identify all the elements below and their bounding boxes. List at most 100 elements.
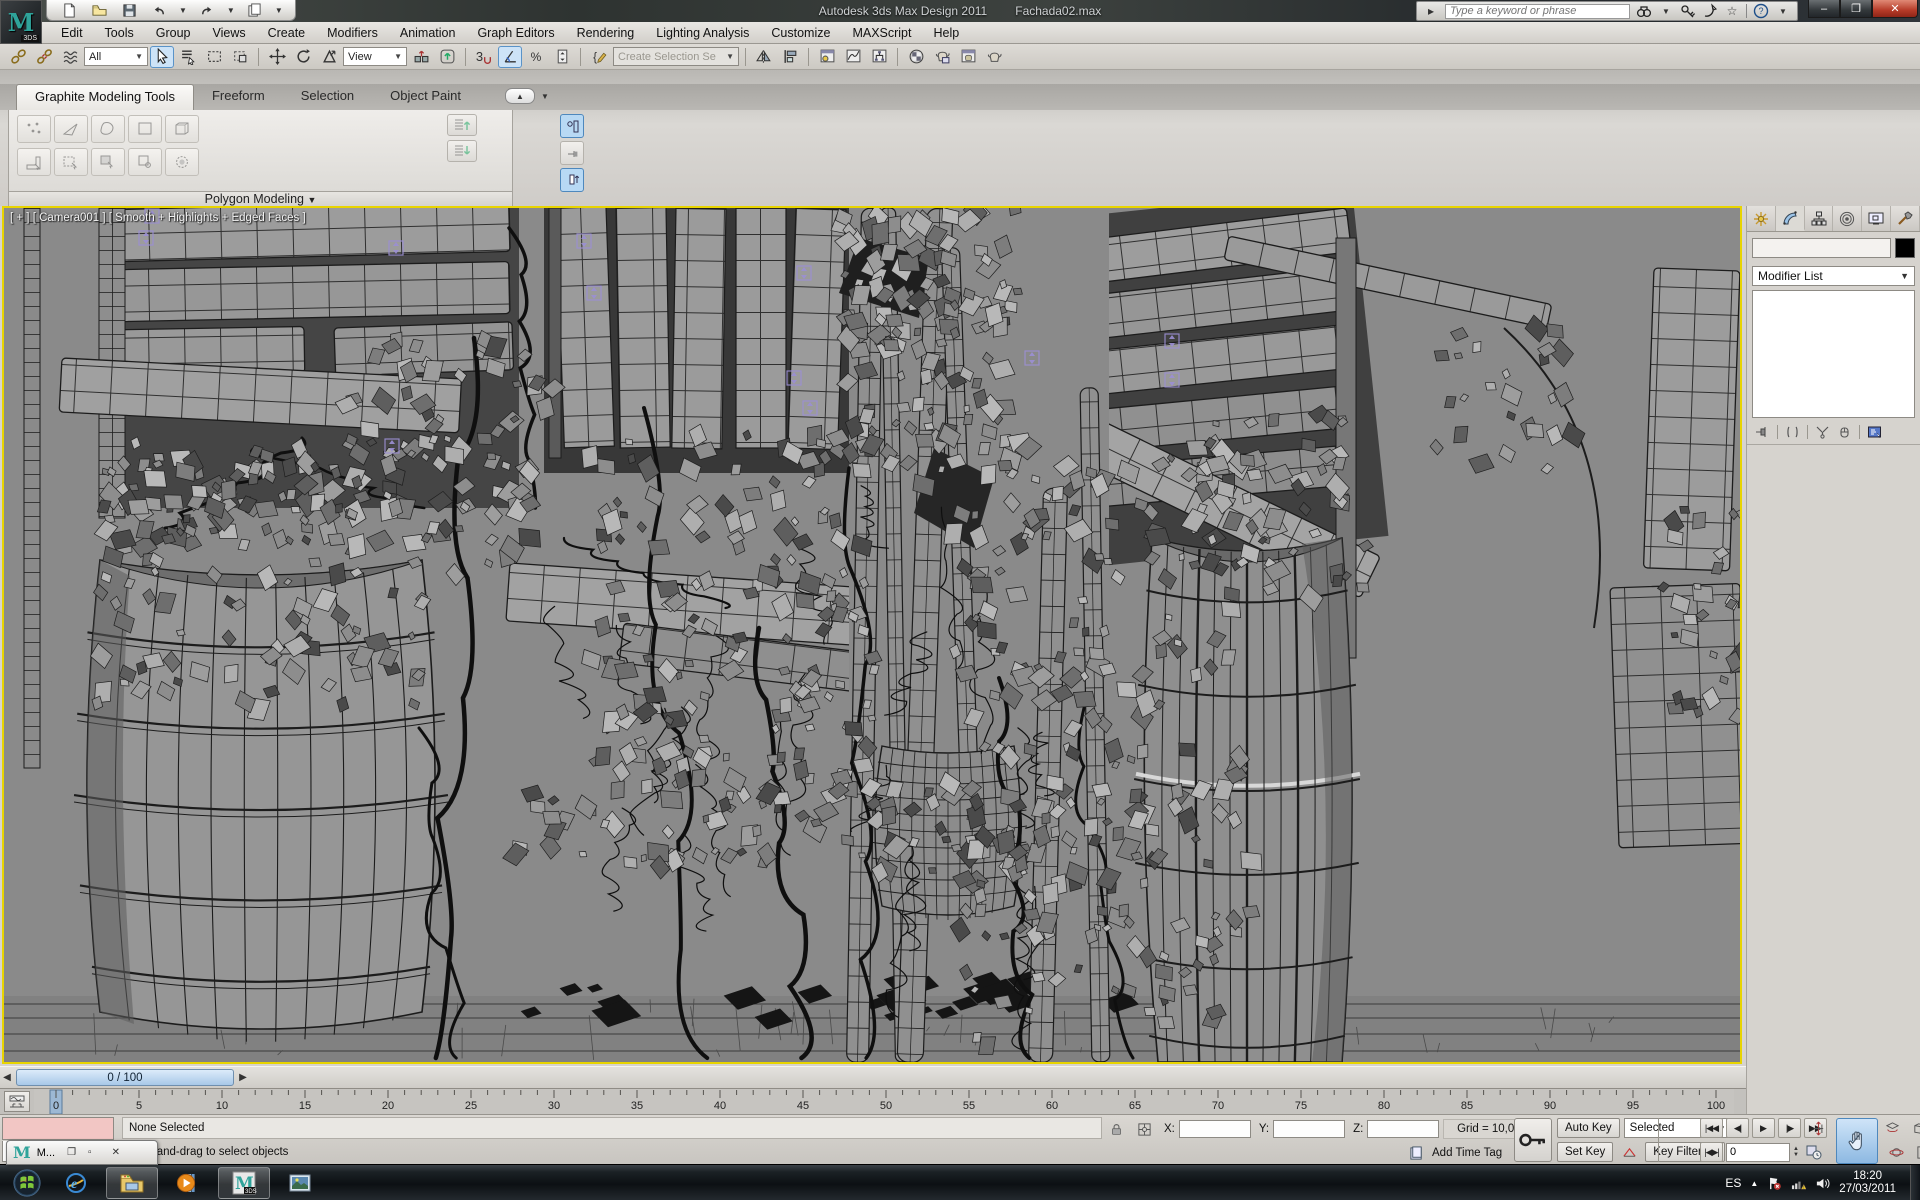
current-frame-field[interactable]	[1726, 1143, 1790, 1162]
dialog-restore-icon[interactable]: ❐	[67, 1147, 76, 1158]
dialog-maximize-icon[interactable]: ▫	[88, 1147, 92, 1158]
z-coordinate-field[interactable]	[1367, 1120, 1439, 1138]
tab-object-paint[interactable]: Object Paint	[372, 84, 479, 110]
taskbar-media-player[interactable]	[162, 1167, 214, 1199]
help-icon[interactable]: ?	[1753, 3, 1769, 19]
snaps-toggle-3d[interactable]: 3	[472, 46, 496, 68]
window-crossing-toggle-icon[interactable]	[228, 46, 252, 68]
modifier-list-dropdown[interactable]: Modifier List▼	[1752, 266, 1915, 286]
save-icon[interactable]	[119, 2, 139, 18]
orbit-icon[interactable]	[1884, 1142, 1908, 1162]
pin-stack-button[interactable]	[560, 141, 584, 165]
start-button[interactable]	[8, 1167, 46, 1199]
soft-selection-button[interactable]	[165, 148, 199, 176]
tab-freeform[interactable]: Freeform	[194, 84, 283, 110]
taskbar-clock[interactable]: 18:20 27/03/2011	[1839, 1170, 1896, 1196]
reference-coordinate-dropdown[interactable]: View▼	[343, 47, 407, 66]
schematic-view-icon[interactable]	[867, 46, 891, 68]
mirror-icon[interactable]	[752, 46, 776, 68]
bind-to-space-warp-icon[interactable]	[58, 46, 82, 68]
undo-icon[interactable]	[149, 2, 169, 18]
make-unique-icon[interactable]	[1815, 425, 1830, 439]
maximize-viewport-toggle-icon[interactable]	[1911, 1142, 1920, 1162]
go-to-start-button[interactable]: |◀◀	[1700, 1118, 1723, 1138]
border-mode-button[interactable]	[91, 115, 125, 143]
time-slider-left-arrow[interactable]: ◀	[0, 1072, 14, 1083]
select-object-button[interactable]	[150, 46, 174, 68]
modifier-stack[interactable]	[1752, 290, 1915, 418]
favorites-star-icon[interactable]: ☆	[1724, 3, 1740, 19]
layer-manager-icon[interactable]	[815, 46, 839, 68]
ribbon-minimize-caret[interactable]: ▼	[541, 92, 549, 110]
select-and-scale-icon[interactable]	[317, 46, 341, 68]
maxscript-mini-listener[interactable]	[2, 1117, 114, 1140]
spinner-snap-toggle[interactable]	[550, 46, 574, 68]
select-and-rotate-icon[interactable]	[291, 46, 315, 68]
menu-lighting-analysis[interactable]: Lighting Analysis	[645, 24, 760, 42]
auto-key-button[interactable]: Auto Key	[1557, 1118, 1620, 1138]
edge-mode-button[interactable]	[54, 115, 88, 143]
menu-views[interactable]: Views	[201, 24, 256, 42]
undo-dropdown-caret[interactable]: ▼	[179, 6, 187, 15]
volume-icon[interactable]	[1815, 1176, 1830, 1191]
object-name-field[interactable]	[1752, 238, 1891, 258]
taskbar-3dsmax[interactable]: M3DS	[218, 1167, 270, 1199]
tab-utilities-icon[interactable]	[1891, 206, 1920, 231]
use-pivot-point-icon[interactable]	[409, 46, 433, 68]
menu-modifiers[interactable]: Modifiers	[316, 24, 389, 42]
menu-edit[interactable]: Edit	[50, 24, 94, 42]
search-input[interactable]	[1445, 4, 1630, 19]
select-and-link-icon[interactable]	[6, 46, 30, 68]
absolute-offset-toggle-icon[interactable]	[1132, 1119, 1156, 1139]
next-frame-button[interactable]: |▶	[1778, 1118, 1801, 1138]
camera-viewport[interactable]: [ + ] [ Camera001 ] [ Smooth + Highlight…	[2, 206, 1742, 1064]
angle-snap-toggle[interactable]	[498, 46, 522, 68]
element-mode-button[interactable]	[165, 115, 199, 143]
menu-maxscript[interactable]: MAXScript	[841, 24, 922, 42]
hidden-icons-arrow[interactable]: ▲	[1750, 1179, 1758, 1188]
action-center-flag-icon[interactable]	[1767, 1176, 1782, 1191]
pan-view-button[interactable]	[1836, 1118, 1878, 1164]
configure-modifier-sets-icon[interactable]	[1867, 425, 1882, 439]
promote-selection-down-button[interactable]	[447, 140, 477, 162]
select-and-move-icon[interactable]	[265, 46, 289, 68]
subobject-select-button[interactable]	[54, 148, 88, 176]
dialog-close-icon[interactable]: ✕	[112, 1147, 120, 1158]
orbit-camera-icon[interactable]	[1880, 1118, 1904, 1138]
set-keys-button[interactable]	[1514, 1118, 1552, 1162]
menu-animation[interactable]: Animation	[389, 24, 467, 42]
time-slider-right-arrow[interactable]: ▶	[236, 1072, 250, 1083]
search-binoculars-icon[interactable]	[1636, 3, 1652, 19]
polygon-mode-button[interactable]	[128, 115, 162, 143]
menu-group[interactable]: Group	[145, 24, 202, 42]
time-configuration-button[interactable]	[1802, 1142, 1826, 1162]
modify-mode-button[interactable]	[17, 148, 51, 176]
menu-tools[interactable]: Tools	[94, 24, 145, 42]
language-indicator[interactable]: ES	[1725, 1176, 1741, 1190]
close-button[interactable]: ✕	[1872, 0, 1918, 18]
infocenter-arrow-icon[interactable]: ▸	[1423, 3, 1439, 19]
align-icon[interactable]	[778, 46, 802, 68]
show-desktop-button[interactable]	[1910, 1165, 1920, 1200]
communication-center-icon[interactable]	[1702, 3, 1718, 19]
play-button[interactable]: ▶	[1752, 1118, 1775, 1138]
menu-create[interactable]: Create	[257, 24, 317, 42]
ribbon-minimize-button[interactable]: ▲	[505, 88, 535, 104]
frame-spinner[interactable]: ▲▼	[1793, 1146, 1799, 1158]
rectangular-selection-region-icon[interactable]	[202, 46, 226, 68]
qat-dropdown-caret[interactable]: ▼	[275, 6, 283, 15]
menu-customize[interactable]: Customize	[760, 24, 841, 42]
search-dropdown-caret[interactable]: ▼	[1658, 3, 1674, 19]
curve-editor-icon[interactable]	[841, 46, 865, 68]
track-bar[interactable]: 0510152025303540455055606570758085909510…	[0, 1088, 1746, 1114]
redo-dropdown-caret[interactable]: ▼	[227, 6, 235, 15]
pivot-button[interactable]	[128, 148, 162, 176]
tab-selection[interactable]: Selection	[283, 84, 372, 110]
application-menu-button[interactable]: M3DS	[0, 0, 42, 44]
quick-render-icon[interactable]	[982, 46, 1006, 68]
remove-modifier-icon[interactable]	[1837, 425, 1852, 439]
multi-select-button[interactable]	[91, 148, 125, 176]
dolly-camera-icon[interactable]	[1806, 1118, 1830, 1138]
toggle-command-panel-button[interactable]	[560, 114, 584, 138]
menu-graph-editors[interactable]: Graph Editors	[466, 24, 565, 42]
